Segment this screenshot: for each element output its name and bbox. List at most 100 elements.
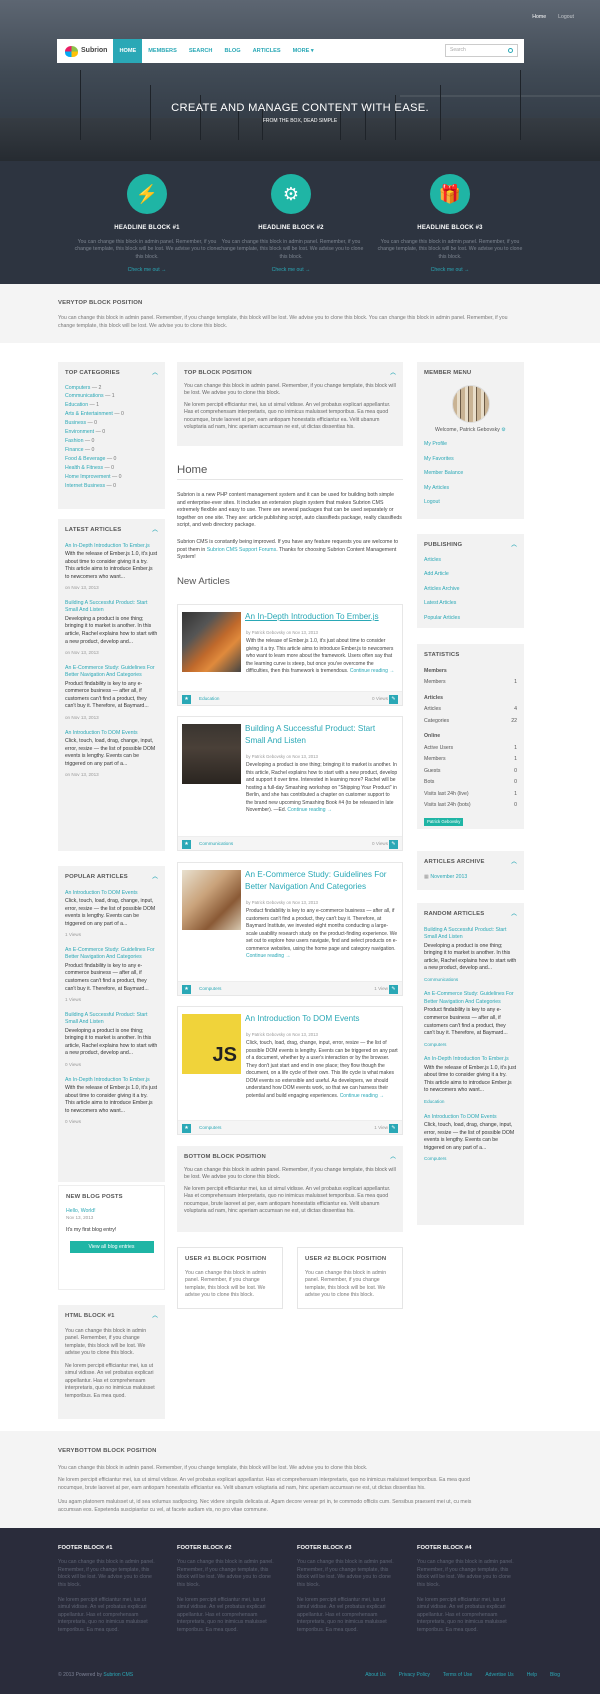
nav-blog[interactable]: BLOG: [218, 39, 246, 63]
publishing-link[interactable]: Popular Articles: [424, 615, 517, 623]
chevron-up-icon[interactable]: ︿: [152, 526, 158, 534]
avatar[interactable]: [451, 384, 490, 423]
article-title[interactable]: An In-Depth Introduction To Ember.js: [245, 611, 397, 623]
footer-link[interactable]: Privacy Policy: [399, 1672, 430, 1679]
category-item[interactable]: Business — 0: [65, 420, 158, 428]
footer-link[interactable]: About Us: [365, 1672, 386, 1679]
nav-search[interactable]: SEARCH: [183, 39, 219, 63]
search-input[interactable]: Search: [445, 44, 518, 57]
article-link[interactable]: Building A Successful Product: Start Sma…: [424, 927, 517, 942]
top-link-home[interactable]: Home: [532, 14, 546, 22]
category-item[interactable]: Arts & Entertainment — 0: [65, 411, 158, 419]
publishing-link[interactable]: Latest Articles: [424, 600, 517, 608]
article-link[interactable]: An Introduction To DOM Events: [65, 730, 158, 738]
edit-icon[interactable]: ✎: [389, 985, 398, 994]
continue-reading-link[interactable]: Continue reading →: [246, 953, 290, 959]
footer-link[interactable]: Terms of Use: [443, 1672, 472, 1679]
article-link[interactable]: An E-Commerce Study: Guidelines For Bett…: [65, 947, 158, 962]
category-item[interactable]: Communications — 1: [65, 393, 158, 401]
article-title[interactable]: An E-Commerce Study: Guidelines For Bett…: [245, 869, 397, 894]
article-category[interactable]: Computers: [199, 1125, 221, 1132]
continue-reading-link[interactable]: Continue reading →: [287, 807, 331, 813]
footer-link[interactable]: Blog: [550, 1672, 560, 1679]
category-name[interactable]: Computers: [65, 385, 90, 391]
support-forums-link[interactable]: Subrion CMS Support Forums: [207, 547, 276, 553]
article-category[interactable]: Computers: [199, 986, 221, 993]
category-name[interactable]: Health & Fitness: [65, 465, 103, 471]
category-name[interactable]: Finance: [65, 447, 83, 453]
nav-home[interactable]: HOME: [113, 39, 143, 63]
footer-link[interactable]: Help: [527, 1672, 537, 1679]
search-icon[interactable]: [508, 48, 513, 53]
category-item[interactable]: Education — 1: [65, 402, 158, 410]
online-user-badge[interactable]: Patrick Gebovsky: [424, 817, 464, 827]
nav-members[interactable]: MEMBERS: [142, 39, 183, 63]
headline-link[interactable]: Check me out →: [72, 267, 222, 275]
category-name[interactable]: Communications: [65, 393, 104, 399]
article-link[interactable]: Building A Successful Product: Start Sma…: [65, 1012, 158, 1027]
member-menu-link[interactable]: My Favorites: [424, 456, 517, 464]
category-item[interactable]: Internet Business — 0: [65, 483, 158, 491]
category-name[interactable]: Education: [65, 402, 88, 408]
edit-icon[interactable]: ✎: [389, 840, 398, 849]
view-all-blog-button[interactable]: View all blog entries: [69, 1241, 154, 1254]
chevron-up-icon[interactable]: ︿: [511, 910, 517, 918]
category-name[interactable]: Food & Beverage: [65, 456, 105, 462]
chevron-up-icon[interactable]: ︿: [511, 541, 517, 549]
settings-icon[interactable]: ⚙: [501, 427, 506, 433]
member-menu-link[interactable]: My Articles: [424, 485, 517, 493]
logo[interactable]: Subrion: [57, 45, 113, 57]
chevron-up-icon[interactable]: ︿: [152, 1312, 158, 1320]
chevron-up-icon[interactable]: ︿: [390, 1153, 396, 1161]
footer-link[interactable]: Advertise Us: [485, 1672, 513, 1679]
article-category[interactable]: Communications: [199, 841, 233, 848]
article-thumbnail[interactable]: [182, 870, 241, 930]
headline-link[interactable]: Check me out →: [216, 267, 366, 275]
member-menu-link[interactable]: Logout: [424, 499, 517, 507]
subrion-cms-link[interactable]: Subrion CMS: [103, 1672, 133, 1678]
star-icon[interactable]: ★: [182, 840, 191, 849]
top-link-logout[interactable]: Logout: [558, 14, 574, 22]
publishing-link[interactable]: Add Article: [424, 571, 517, 579]
js-logo-thumbnail[interactable]: JS: [182, 1014, 241, 1074]
category-item[interactable]: Home Improvement — 0: [65, 474, 158, 482]
category-name[interactable]: Home Improvement: [65, 474, 111, 480]
article-thumbnail[interactable]: [182, 612, 241, 672]
star-icon[interactable]: ★: [182, 695, 191, 704]
category-item[interactable]: Finance — 0: [65, 447, 158, 455]
category-name[interactable]: Business: [65, 420, 86, 426]
member-menu-link[interactable]: My Profile: [424, 441, 517, 449]
chevron-up-icon[interactable]: ︿: [390, 369, 396, 377]
chevron-up-icon[interactable]: ︿: [152, 873, 158, 881]
edit-icon[interactable]: ✎: [389, 1124, 398, 1133]
article-link[interactable]: An Introduction To DOM Events: [65, 890, 158, 898]
member-menu-link[interactable]: Member Balance: [424, 470, 517, 478]
article-link[interactable]: An In-Depth Introduction To Ember.js: [424, 1056, 517, 1064]
article-thumbnail[interactable]: [182, 724, 241, 784]
category-name[interactable]: Fashion: [65, 438, 83, 444]
continue-reading-link[interactable]: Continue reading →: [350, 668, 394, 674]
headline-link[interactable]: Check me out →: [375, 267, 525, 275]
article-link[interactable]: An E-Commerce Study: Guidelines For Bett…: [65, 665, 158, 680]
category-name[interactable]: Environment: [65, 429, 94, 435]
article-link[interactable]: An E-Commerce Study: Guidelines For Bett…: [424, 991, 517, 1006]
publishing-link[interactable]: Articles Archive: [424, 586, 517, 594]
category-item[interactable]: Food & Beverage — 0: [65, 456, 158, 464]
category-name[interactable]: Internet Business: [65, 483, 105, 489]
category-item[interactable]: Health & Fitness — 0: [65, 465, 158, 473]
article-link[interactable]: An Introduction To DOM Events: [424, 1114, 517, 1122]
chevron-up-icon[interactable]: ︿: [152, 369, 158, 377]
article-title[interactable]: Building A Successful Product: Start Sma…: [245, 723, 397, 748]
chevron-up-icon[interactable]: ︿: [511, 858, 517, 866]
article-link[interactable]: An In-Depth Introduction To Ember.js: [65, 543, 158, 551]
article-title[interactable]: An Introduction To DOM Events: [245, 1013, 397, 1025]
article-category[interactable]: Education: [199, 696, 219, 703]
category-item[interactable]: Environment — 0: [65, 429, 158, 437]
article-link[interactable]: Building A Successful Product: Start Sma…: [65, 600, 158, 615]
star-icon[interactable]: ★: [182, 1124, 191, 1133]
archive-item[interactable]: ▦ November 2013: [424, 874, 517, 882]
edit-icon[interactable]: ✎: [389, 695, 398, 704]
nav-more[interactable]: MORE ▾: [287, 39, 320, 63]
category-item[interactable]: Computers — 2: [65, 385, 158, 393]
publishing-link[interactable]: Articles: [424, 557, 517, 565]
